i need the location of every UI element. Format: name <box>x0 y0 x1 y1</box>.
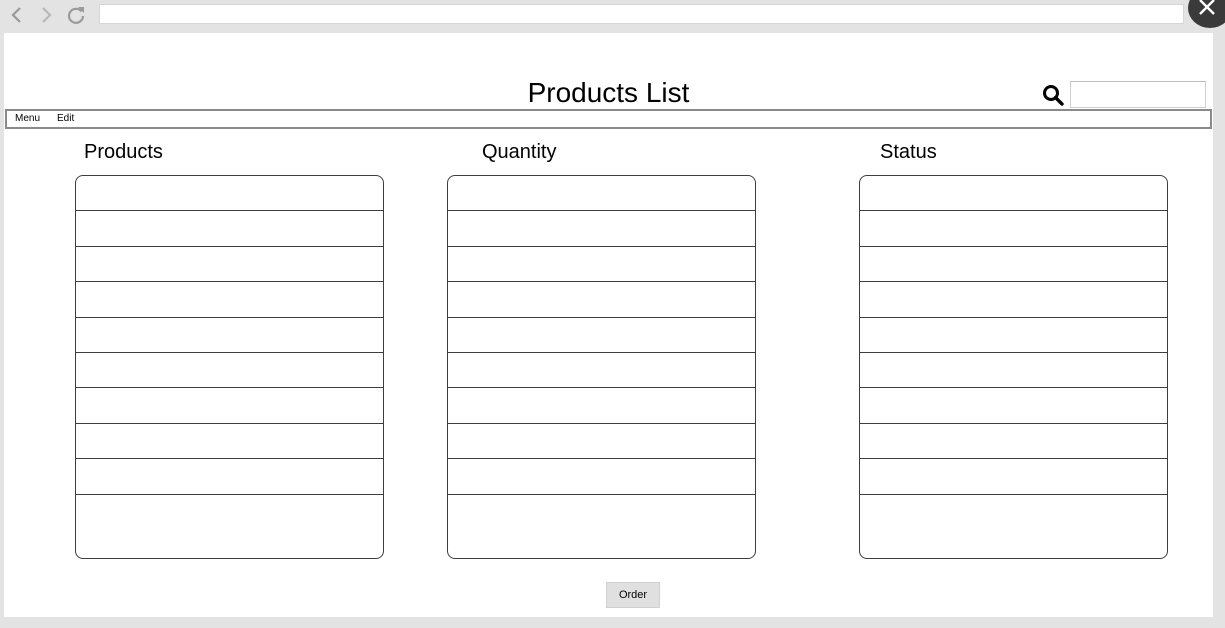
products-list <box>75 175 384 559</box>
list-item[interactable] <box>448 176 755 212</box>
list-item[interactable] <box>76 247 383 283</box>
menu-bar: Menu Edit <box>5 109 1212 129</box>
browser-toolbar <box>0 0 1225 32</box>
list-item[interactable] <box>448 459 755 495</box>
list-item[interactable] <box>76 211 383 247</box>
list-item[interactable] <box>860 282 1167 318</box>
list-item[interactable] <box>448 318 755 353</box>
list-item[interactable] <box>860 211 1167 247</box>
reload-icon <box>67 7 85 24</box>
menu-item-edit[interactable]: Edit <box>49 111 82 127</box>
list-item[interactable] <box>860 495 1167 558</box>
list-item[interactable] <box>76 353 383 389</box>
list-item[interactable] <box>448 247 755 283</box>
menu-item-menu[interactable]: Menu <box>7 111 49 127</box>
search-icon[interactable] <box>1042 84 1064 106</box>
products-header: Products <box>84 141 163 163</box>
list-item[interactable] <box>860 247 1167 283</box>
list-item[interactable] <box>76 176 383 212</box>
list-item[interactable] <box>76 282 383 318</box>
close-icon <box>1199 0 1215 15</box>
window-edge-bottom <box>0 617 1225 628</box>
list-item[interactable] <box>860 388 1167 424</box>
list-item[interactable] <box>860 353 1167 389</box>
back-button[interactable] <box>6 4 28 26</box>
status-list <box>859 175 1168 559</box>
window-edge-right <box>1213 32 1225 628</box>
list-item[interactable] <box>76 495 383 558</box>
search-input[interactable] <box>1070 81 1206 108</box>
address-bar[interactable] <box>99 4 1184 24</box>
list-item[interactable] <box>448 282 755 318</box>
close-button[interactable] <box>1188 0 1225 28</box>
list-item[interactable] <box>448 424 755 460</box>
reload-button[interactable] <box>65 4 87 26</box>
forward-button[interactable] <box>35 4 57 26</box>
list-item[interactable] <box>860 176 1167 212</box>
list-item[interactable] <box>448 388 755 424</box>
status-header: Status <box>880 141 937 163</box>
quantity-header: Quantity <box>482 141 557 163</box>
list-item[interactable] <box>76 388 383 424</box>
chevron-right-icon <box>42 7 52 23</box>
list-item[interactable] <box>860 459 1167 495</box>
order-button[interactable]: Order <box>606 582 660 608</box>
list-item[interactable] <box>76 459 383 495</box>
list-item[interactable] <box>448 211 755 247</box>
list-item[interactable] <box>76 318 383 353</box>
list-item[interactable] <box>76 424 383 460</box>
list-item[interactable] <box>448 353 755 389</box>
page-title: Products List <box>527 77 690 108</box>
list-item[interactable] <box>448 495 755 558</box>
quantity-list <box>447 175 756 559</box>
chevron-left-icon <box>11 7 21 23</box>
list-item[interactable] <box>860 424 1167 460</box>
page-content: Products List Menu Edit Products Quantit… <box>4 33 1213 617</box>
list-item[interactable] <box>860 318 1167 353</box>
